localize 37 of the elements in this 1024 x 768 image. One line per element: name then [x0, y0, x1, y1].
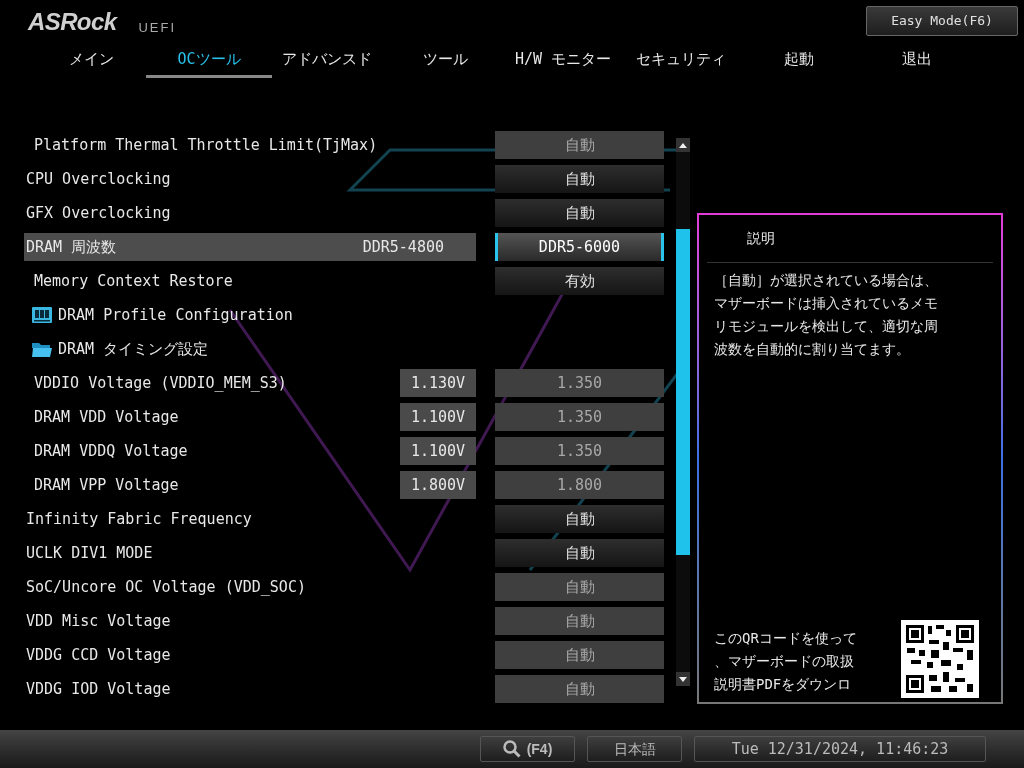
setting-value-field[interactable]: 自動 — [495, 199, 664, 227]
folder-icon — [32, 341, 52, 357]
scrollbar-thumb[interactable] — [676, 229, 690, 555]
setting-value-field[interactable]: 自動 — [495, 539, 664, 567]
qr-caption: このQRコードを使って 、マザーボードの取扱 説明書PDFをダウンロ — [714, 629, 857, 694]
setting-value-field[interactable]: 有効 — [495, 267, 664, 295]
search-icon — [502, 740, 521, 758]
current-value: 1.100V — [400, 437, 476, 465]
setting-label[interactable]: GFX Overclocking — [24, 201, 476, 225]
uefi-label: UEFI — [138, 21, 177, 34]
asrock-logo: ASRock — [28, 10, 117, 34]
language-button[interactable]: 日本語 — [587, 736, 682, 762]
submenu-link[interactable]: DRAM Profile Configuration — [58, 303, 293, 327]
scroll-up-button[interactable] — [676, 138, 690, 152]
menu-tab[interactable]: OCツール — [146, 40, 272, 78]
help-text: ［自動］が選択されている場合は、 マザーボードは挿入されているメモ リモジュールを検出して、適切な周 波数を自動的に割り当てます。 — [713, 271, 939, 359]
scroll-down-button[interactable] — [676, 672, 690, 686]
down-arrow-icon — [679, 676, 687, 682]
setting-value-field[interactable]: DDR5-6000 — [495, 233, 664, 261]
setting-value-field[interactable]: 自動 — [495, 165, 664, 193]
current-value: 1.100V — [400, 403, 476, 431]
setting-label[interactable]: DRAM 周波数 — [24, 235, 363, 259]
setting-label[interactable]: Memory Context Restore — [24, 269, 476, 293]
help-title: 説明 — [707, 215, 993, 263]
date-time-display: Tue 12/31/2024, 11:46:23 — [694, 736, 986, 762]
setting-label[interactable]: CPU Overclocking — [24, 167, 476, 191]
current-value: 1.130V — [400, 369, 476, 397]
easy-mode-button[interactable]: Easy Mode(F6) — [866, 6, 1018, 36]
current-value: DDR5-4800 — [362, 236, 445, 258]
search-button[interactable]: (F4) — [480, 736, 575, 762]
setting-label[interactable]: UCLK DIV1 MODE — [24, 541, 476, 565]
setting-label[interactable]: Infinity Fabric Frequency — [24, 507, 476, 531]
current-value: 1.800V — [400, 471, 476, 499]
up-arrow-icon — [679, 142, 687, 148]
setting-value-field[interactable]: 自動 — [495, 505, 664, 533]
submenu-link[interactable]: DRAM タイミング設定 — [58, 337, 209, 361]
memory-module-icon — [32, 307, 52, 323]
